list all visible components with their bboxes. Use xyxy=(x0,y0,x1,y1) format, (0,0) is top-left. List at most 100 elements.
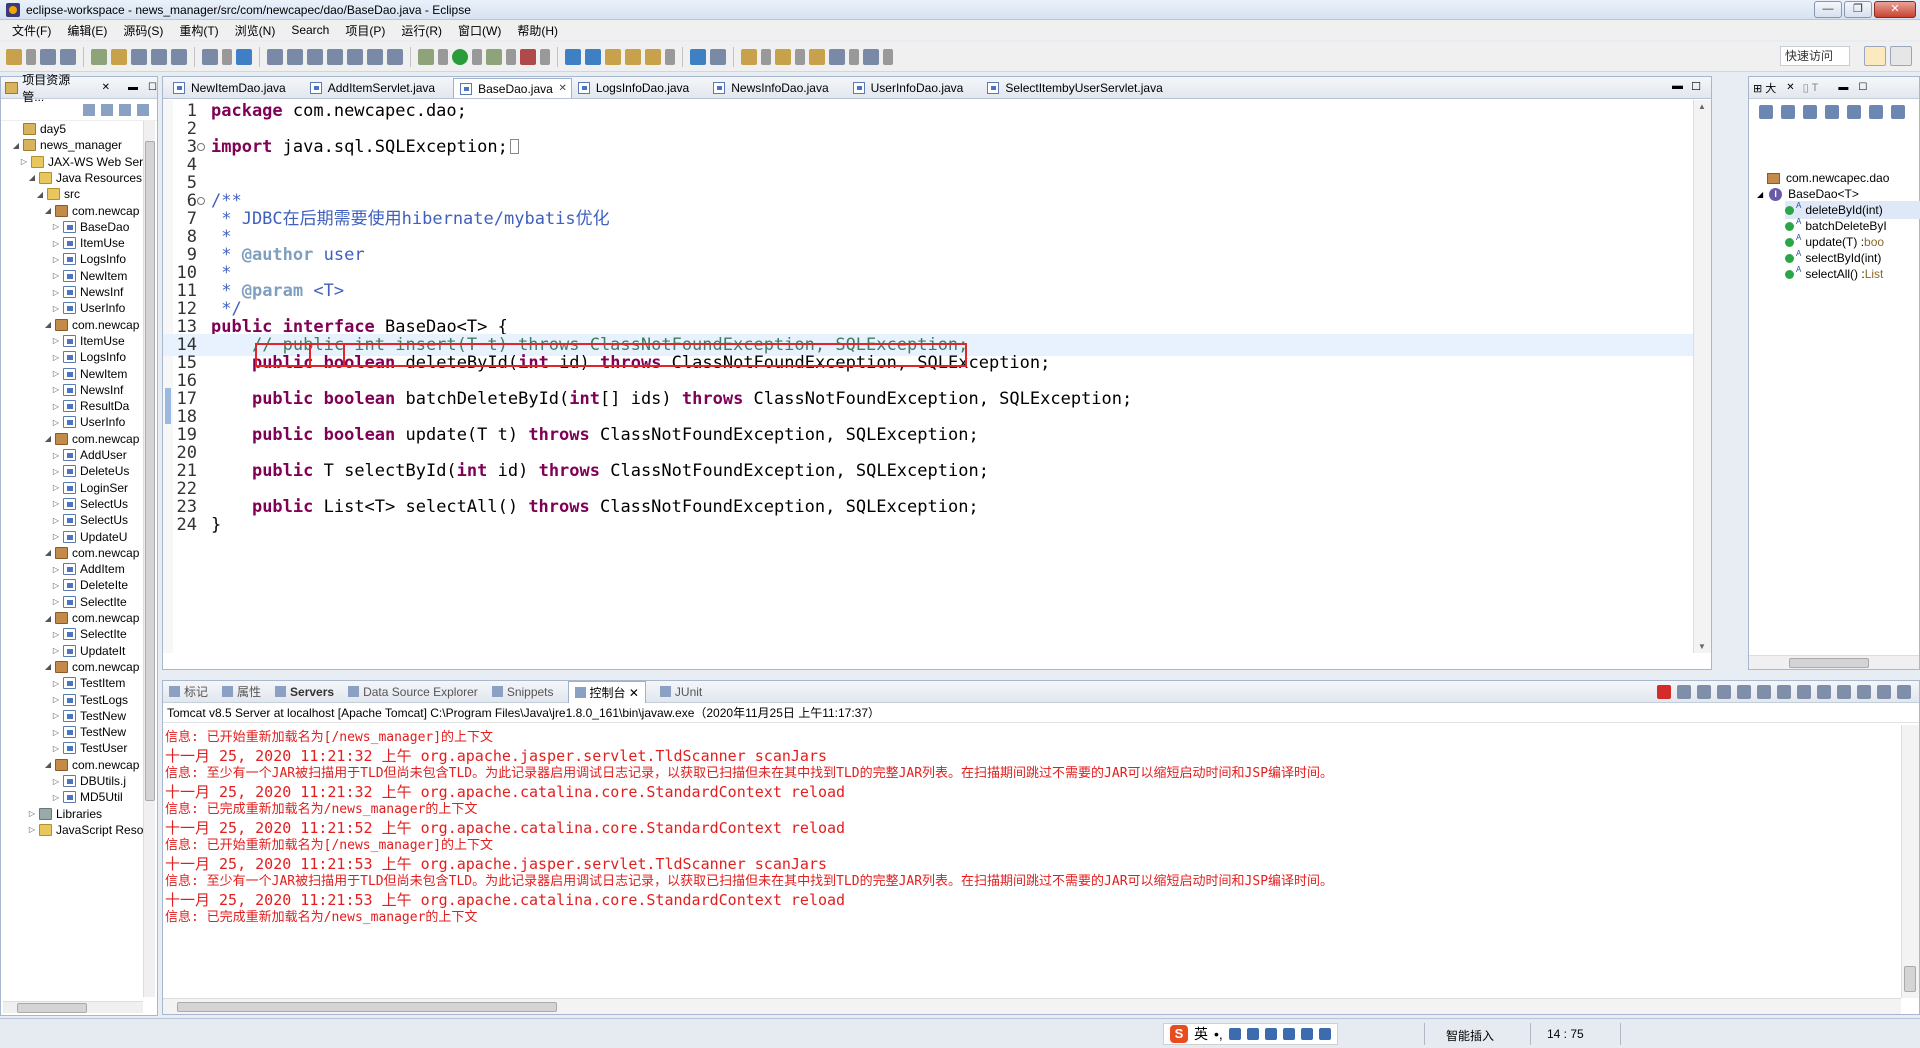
sort-icon[interactable] xyxy=(1781,105,1795,119)
emoji-icon[interactable] xyxy=(1228,1028,1241,1040)
terminate-icon[interactable] xyxy=(1657,685,1671,699)
task-list-tab-icon[interactable]: ▯ T xyxy=(1803,81,1819,94)
minimize-button[interactable]: — xyxy=(1814,1,1842,18)
tree-twisty-icon[interactable]: ◢ xyxy=(35,190,45,199)
dropdown-icon[interactable] xyxy=(540,48,550,65)
tree-twisty-icon[interactable]: ▷ xyxy=(51,222,61,231)
tree-node[interactable]: ▷ JAX-WS Web Serv xyxy=(19,154,159,170)
menu-source[interactable]: 源码(S) xyxy=(115,22,171,39)
skip-breakpoints-icon[interactable] xyxy=(202,48,218,65)
external-tools-icon[interactable] xyxy=(520,48,536,65)
expand-twisty-icon[interactable]: ◢ xyxy=(1757,190,1763,199)
maximize-view-icon[interactable] xyxy=(1897,685,1911,699)
editor-tab[interactable]: SelectItembyUserServlet.java xyxy=(981,78,1180,98)
close-button[interactable]: ✕ xyxy=(1874,1,1916,18)
maximize-view-icon[interactable]: ☐ xyxy=(1858,82,1867,93)
editor-tab[interactable]: BaseDao.java ✕ xyxy=(453,78,572,98)
editor-tab[interactable]: NewsInfoDao.java xyxy=(707,78,846,98)
save-all-icon[interactable] xyxy=(60,48,76,65)
scroll-lock-icon[interactable] xyxy=(1737,685,1751,699)
next-annotation-icon[interactable] xyxy=(741,48,757,65)
toggle-breadcrumb-icon[interactable] xyxy=(91,48,107,65)
dropdown-icon[interactable] xyxy=(761,48,771,65)
menu-project[interactable]: 项目(P) xyxy=(337,22,393,39)
tree-twisty-icon[interactable]: ▷ xyxy=(51,304,61,313)
step-over-icon[interactable] xyxy=(367,48,383,65)
ime-toolbar[interactable]: S 英 •, xyxy=(1163,1023,1338,1045)
coverage-icon[interactable] xyxy=(486,48,502,65)
dropdown-icon[interactable] xyxy=(849,48,859,65)
tree-twisty-icon[interactable]: ▷ xyxy=(51,353,61,362)
console-output[interactable]: 信息: 已开始重新加载名为[/news_manager]的上下文 十一月 25, … xyxy=(163,725,1901,998)
suspend-icon[interactable] xyxy=(287,48,303,65)
dropdown-icon[interactable] xyxy=(222,48,232,65)
terminal-icon[interactable] xyxy=(236,48,252,65)
tree-twisty-icon[interactable]: ◢ xyxy=(43,662,53,671)
outline-tab-icon[interactable]: ⊞ 大 xyxy=(1753,80,1776,96)
bottom-view-tab[interactable]: Data Source Explorer xyxy=(348,685,478,699)
tree-twisty-icon[interactable]: ▷ xyxy=(19,157,29,166)
maximize-view-icon[interactable]: ☐ xyxy=(148,82,157,93)
menu-refactor[interactable]: 重构(T) xyxy=(171,22,226,39)
quick-access-field[interactable]: 快速访问 xyxy=(1780,46,1850,66)
hide-static-icon[interactable] xyxy=(1825,105,1839,119)
collapse-all-icon[interactable] xyxy=(83,103,95,116)
view-menu-icon[interactable] xyxy=(137,103,149,116)
settings-icon[interactable] xyxy=(1318,1028,1331,1040)
save-icon[interactable] xyxy=(40,48,56,65)
new-package-icon[interactable] xyxy=(585,48,601,65)
skin-icon[interactable] xyxy=(1300,1028,1313,1040)
tree-twisty-icon[interactable]: ▷ xyxy=(51,402,61,411)
minimize-editor-icon[interactable]: ▬ xyxy=(1672,80,1683,92)
block-selection-icon[interactable] xyxy=(131,48,147,65)
show-on-stdout-icon[interactable] xyxy=(1777,685,1791,699)
tree-twisty-icon[interactable]: ◢ xyxy=(27,173,37,182)
tree-twisty-icon[interactable]: ▷ xyxy=(51,630,61,639)
tree-twisty-icon[interactable]: ▷ xyxy=(51,695,61,704)
code-editor[interactable]: 1 package com.newcapec.dao; 2 3 import java.… xyxy=(163,100,1693,653)
tree-twisty-icon[interactable]: ▷ xyxy=(51,597,61,606)
tree-twisty-icon[interactable]: ▷ xyxy=(51,744,61,753)
open-type-icon[interactable] xyxy=(625,48,641,65)
search-icon[interactable] xyxy=(710,48,726,65)
pin-console-icon[interactable] xyxy=(1817,685,1831,699)
tree-node[interactable]: day5 xyxy=(11,121,151,137)
mark-occurrences-icon[interactable] xyxy=(111,48,127,65)
tree-twisty-icon[interactable]: ▷ xyxy=(51,565,61,574)
collapse-all-icon[interactable] xyxy=(1759,105,1773,119)
dropdown-icon[interactable] xyxy=(795,48,805,65)
word-wrap-icon[interactable] xyxy=(1757,685,1771,699)
menu-window[interactable]: 窗口(W) xyxy=(450,22,509,39)
open-task-icon[interactable] xyxy=(645,48,661,65)
tree-twisty-icon[interactable]: ▷ xyxy=(27,809,37,818)
remove-all-terminated-icon[interactable] xyxy=(1697,685,1711,699)
hide-fields-icon[interactable] xyxy=(1803,105,1817,119)
bottom-view-tab[interactable]: Snippets xyxy=(491,685,554,699)
tree-twisty-icon[interactable]: ▷ xyxy=(27,825,37,834)
menu-search[interactable]: Search xyxy=(283,23,337,37)
console-horizontal-scrollbar[interactable] xyxy=(163,998,1901,1014)
open-console-icon[interactable] xyxy=(1857,685,1871,699)
minimize-view-icon[interactable]: ▬ xyxy=(128,82,138,93)
tree-twisty-icon[interactable]: ▷ xyxy=(51,418,61,427)
dropdown-icon[interactable] xyxy=(883,48,893,65)
display-console-icon[interactable] xyxy=(1837,685,1851,699)
new-icon[interactable] xyxy=(6,48,22,65)
show-on-stderr-icon[interactable] xyxy=(1797,685,1811,699)
tree-twisty-icon[interactable]: ▷ xyxy=(51,679,61,688)
project-tree-horizontal-scrollbar[interactable] xyxy=(3,1001,143,1013)
microphone-icon[interactable] xyxy=(1246,1028,1259,1040)
tree-twisty-icon[interactable]: ▷ xyxy=(51,255,61,264)
tree-twisty-icon[interactable]: ▷ xyxy=(51,499,61,508)
java-perspective-icon[interactable] xyxy=(1890,46,1912,66)
restore-button[interactable]: ❐ xyxy=(1844,1,1872,18)
tree-twisty-icon[interactable]: ▷ xyxy=(51,369,61,378)
java-ee-perspective-icon[interactable] xyxy=(1864,46,1886,66)
tree-twisty-icon[interactable]: ▷ xyxy=(51,516,61,525)
editor-tab[interactable]: AddItemServlet.java xyxy=(304,78,453,98)
new-class-icon[interactable] xyxy=(605,48,621,65)
dropdown-icon[interactable] xyxy=(506,48,516,65)
bottom-view-tab[interactable]: 控制台 ✕ xyxy=(567,680,646,703)
bottom-view-tab[interactable]: 属性 xyxy=(222,683,261,700)
menu-run[interactable]: 运行(R) xyxy=(393,22,450,39)
